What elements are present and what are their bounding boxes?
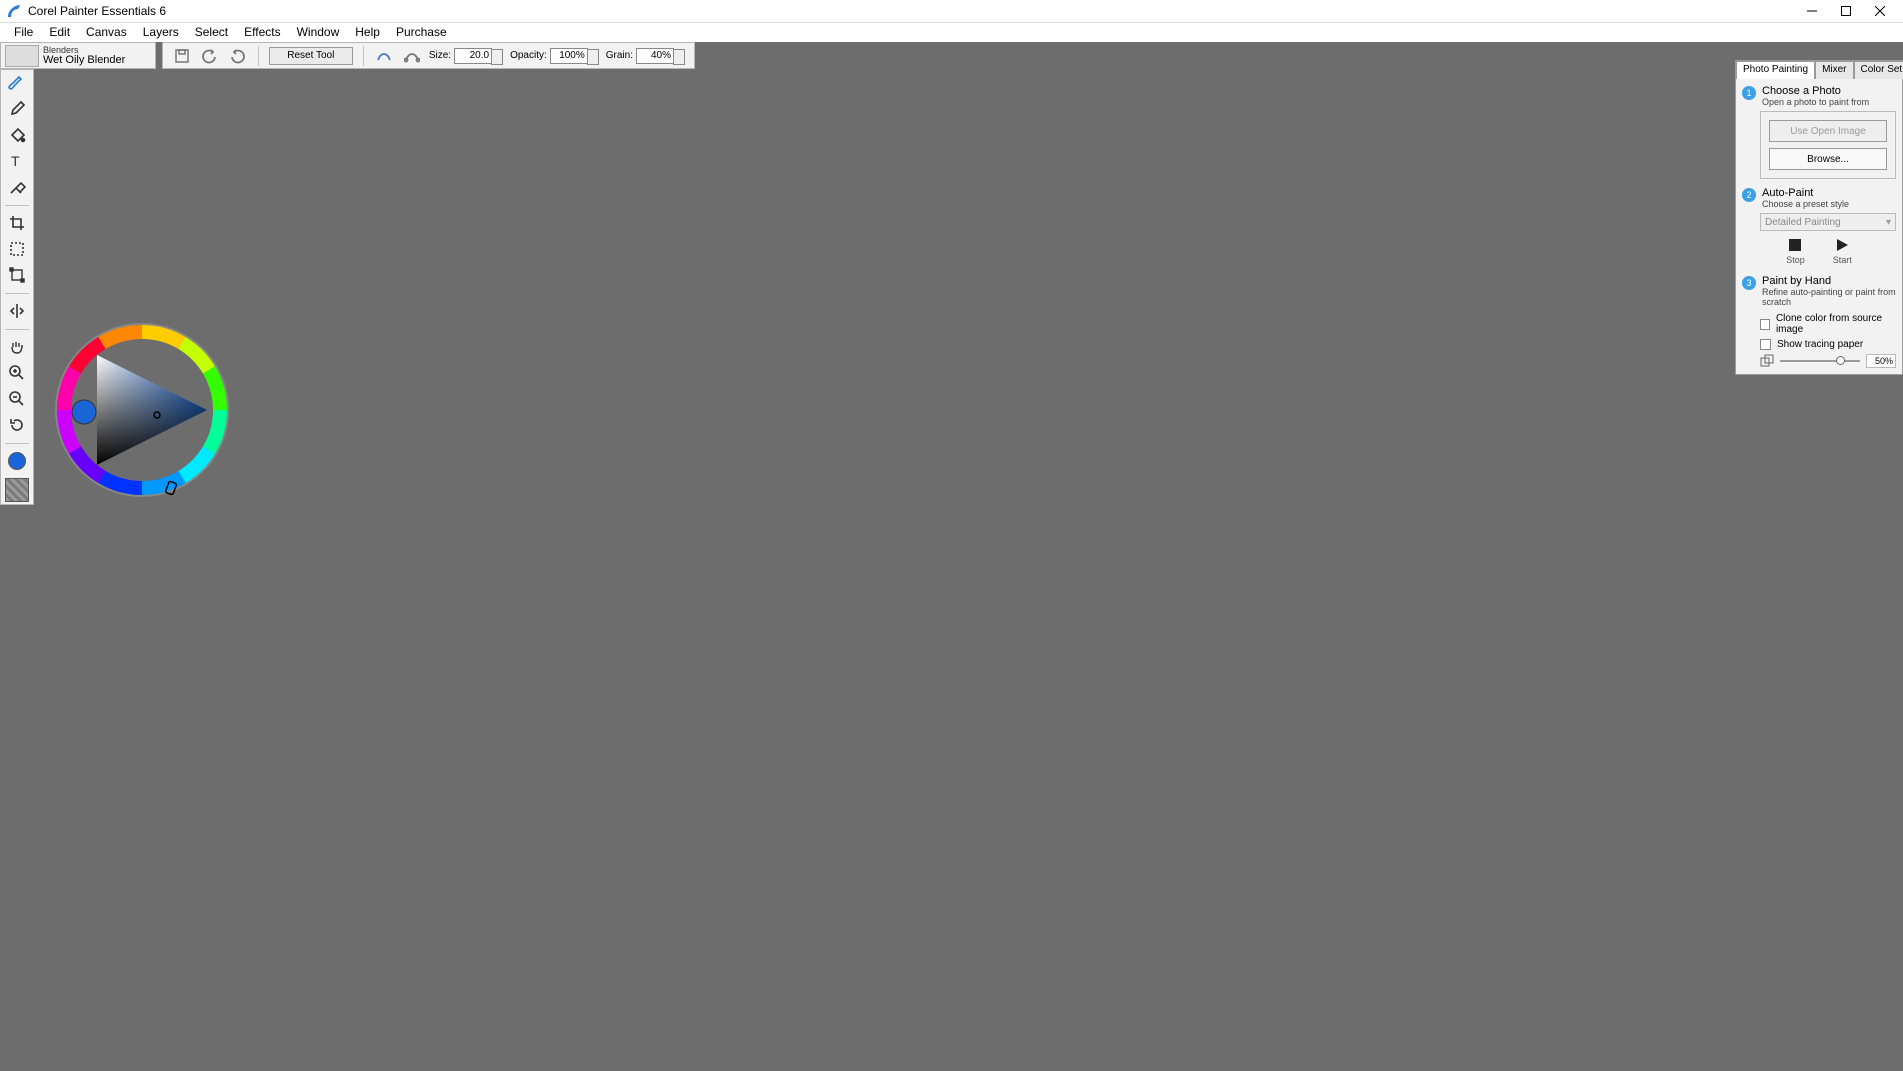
step-3-title: Paint by Hand [1762, 275, 1896, 287]
menu-purchase[interactable]: Purchase [388, 23, 455, 42]
straight-stroke-icon[interactable] [401, 44, 423, 68]
rotate-tool[interactable] [3, 414, 31, 436]
toolbox-separator [3, 290, 31, 296]
step-1-title: Choose a Photo [1762, 85, 1869, 97]
color-wheel-popup[interactable] [52, 320, 232, 500]
tab-mixer[interactable]: Mixer [1815, 61, 1853, 79]
current-color-swatch [72, 400, 96, 424]
start-label: Start [1833, 255, 1852, 265]
opacity-label: Opacity: [510, 50, 547, 61]
brush-selector[interactable]: Blenders Wet Oily Blender [0, 42, 156, 69]
tab-color-set[interactable]: Color Set [1854, 61, 1903, 79]
tracing-opacity-value: 50% [1866, 354, 1896, 368]
menu-edit[interactable]: Edit [41, 23, 78, 42]
dropper-tool[interactable] [3, 98, 31, 120]
foreground-color-swatch[interactable] [8, 452, 26, 470]
menu-window[interactable]: Window [289, 23, 348, 42]
property-bar: Blenders Wet Oily Blender Reset Tool Siz… [0, 42, 1903, 69]
crop-tool[interactable] [3, 212, 31, 234]
opacity-field[interactable]: Opacity: 100% [510, 48, 600, 64]
mirror-tool[interactable] [3, 300, 31, 322]
window-minimize-button[interactable] [1795, 0, 1829, 23]
window-close-button[interactable] [1863, 0, 1897, 23]
opacity-value[interactable]: 100% [550, 48, 588, 64]
step-1-badge: 1 [1742, 86, 1756, 100]
titlebar: Corel Painter Essentials 6 [0, 0, 1903, 23]
step-2-badge: 2 [1742, 188, 1756, 202]
toolbox-separator [3, 326, 31, 332]
toolbox-separator [3, 202, 31, 208]
toolbox: T [0, 69, 34, 505]
size-field[interactable]: Size: 20.0 [429, 48, 504, 64]
reset-tool-button[interactable]: Reset Tool [269, 47, 352, 65]
tool-options: Reset Tool Size: 20.0 Opacity: 100% Grai… [162, 42, 695, 69]
toolbox-separator [3, 440, 31, 446]
text-tool[interactable]: T [3, 150, 31, 172]
use-open-image-button[interactable]: Use Open Image [1769, 120, 1887, 142]
tracing-paper-checkbox[interactable]: Show tracing paper [1760, 339, 1896, 350]
app-title: Corel Painter Essentials 6 [28, 4, 166, 18]
layers-icon [1760, 354, 1774, 368]
step-2-subtitle: Choose a preset style [1762, 199, 1849, 209]
preset-dropdown[interactable]: Detailed Painting [1760, 213, 1896, 231]
menu-file[interactable]: File [6, 23, 41, 42]
clone-color-checkbox[interactable]: Clone color from source image [1760, 313, 1896, 335]
menu-canvas[interactable]: Canvas [78, 23, 135, 42]
paintbucket-tool[interactable] [3, 124, 31, 146]
redo-icon[interactable] [226, 44, 248, 68]
save-icon[interactable] [171, 44, 193, 68]
window-maximize-button[interactable] [1829, 0, 1863, 23]
zoom-in-tool[interactable] [3, 362, 31, 384]
grain-field[interactable]: Grain: 40% [606, 48, 686, 64]
menu-help[interactable]: Help [347, 23, 388, 42]
size-label: Size: [429, 50, 451, 61]
selection-tool[interactable] [3, 238, 31, 260]
paper-texture-swatch[interactable] [5, 478, 29, 502]
right-panel: Photo Painting Mixer Color Set 1 Choose … [1735, 60, 1903, 375]
browse-button[interactable]: Browse... [1769, 148, 1887, 170]
tab-photo-painting[interactable]: Photo Painting [1736, 61, 1815, 79]
tracing-paper-label: Show tracing paper [1777, 339, 1863, 350]
brush-tool[interactable] [3, 72, 31, 94]
eraser-tool[interactable] [3, 176, 31, 198]
grain-value[interactable]: 40% [636, 48, 674, 64]
undo-icon[interactable] [199, 44, 221, 68]
clone-color-label: Clone color from source image [1776, 313, 1896, 335]
step-1-subtitle: Open a photo to paint from [1762, 97, 1869, 107]
grain-label: Grain: [606, 50, 633, 61]
tracing-opacity-slider[interactable]: 50% [1760, 354, 1896, 368]
zoom-out-tool[interactable] [3, 388, 31, 410]
hue-ring[interactable] [56, 324, 228, 496]
menu-effects[interactable]: Effects [236, 23, 288, 42]
step-2-title: Auto-Paint [1762, 187, 1849, 199]
stop-label: Stop [1786, 255, 1805, 265]
stop-button[interactable]: Stop [1786, 237, 1805, 265]
sv-triangle[interactable] [97, 355, 207, 465]
menu-layers[interactable]: Layers [135, 23, 187, 42]
step-3-subtitle: Refine auto-painting or paint from scrat… [1762, 287, 1896, 307]
menubar: File Edit Canvas Layers Select Effects W… [0, 23, 1903, 42]
grabber-tool[interactable] [3, 336, 31, 358]
menu-select[interactable]: Select [187, 23, 236, 42]
brush-name: Wet Oily Blender [43, 55, 125, 66]
start-button[interactable]: Start [1833, 237, 1852, 265]
canvas-area[interactable] [0, 69, 1903, 1071]
panel-tabs: Photo Painting Mixer Color Set [1736, 61, 1902, 79]
freehand-stroke-icon[interactable] [373, 44, 395, 68]
size-value[interactable]: 20.0 [454, 48, 492, 64]
app-icon [6, 3, 22, 19]
svg-text:T: T [11, 153, 20, 169]
brush-thumbnail [5, 45, 39, 67]
transform-tool[interactable] [3, 264, 31, 286]
step-3-badge: 3 [1742, 276, 1756, 290]
